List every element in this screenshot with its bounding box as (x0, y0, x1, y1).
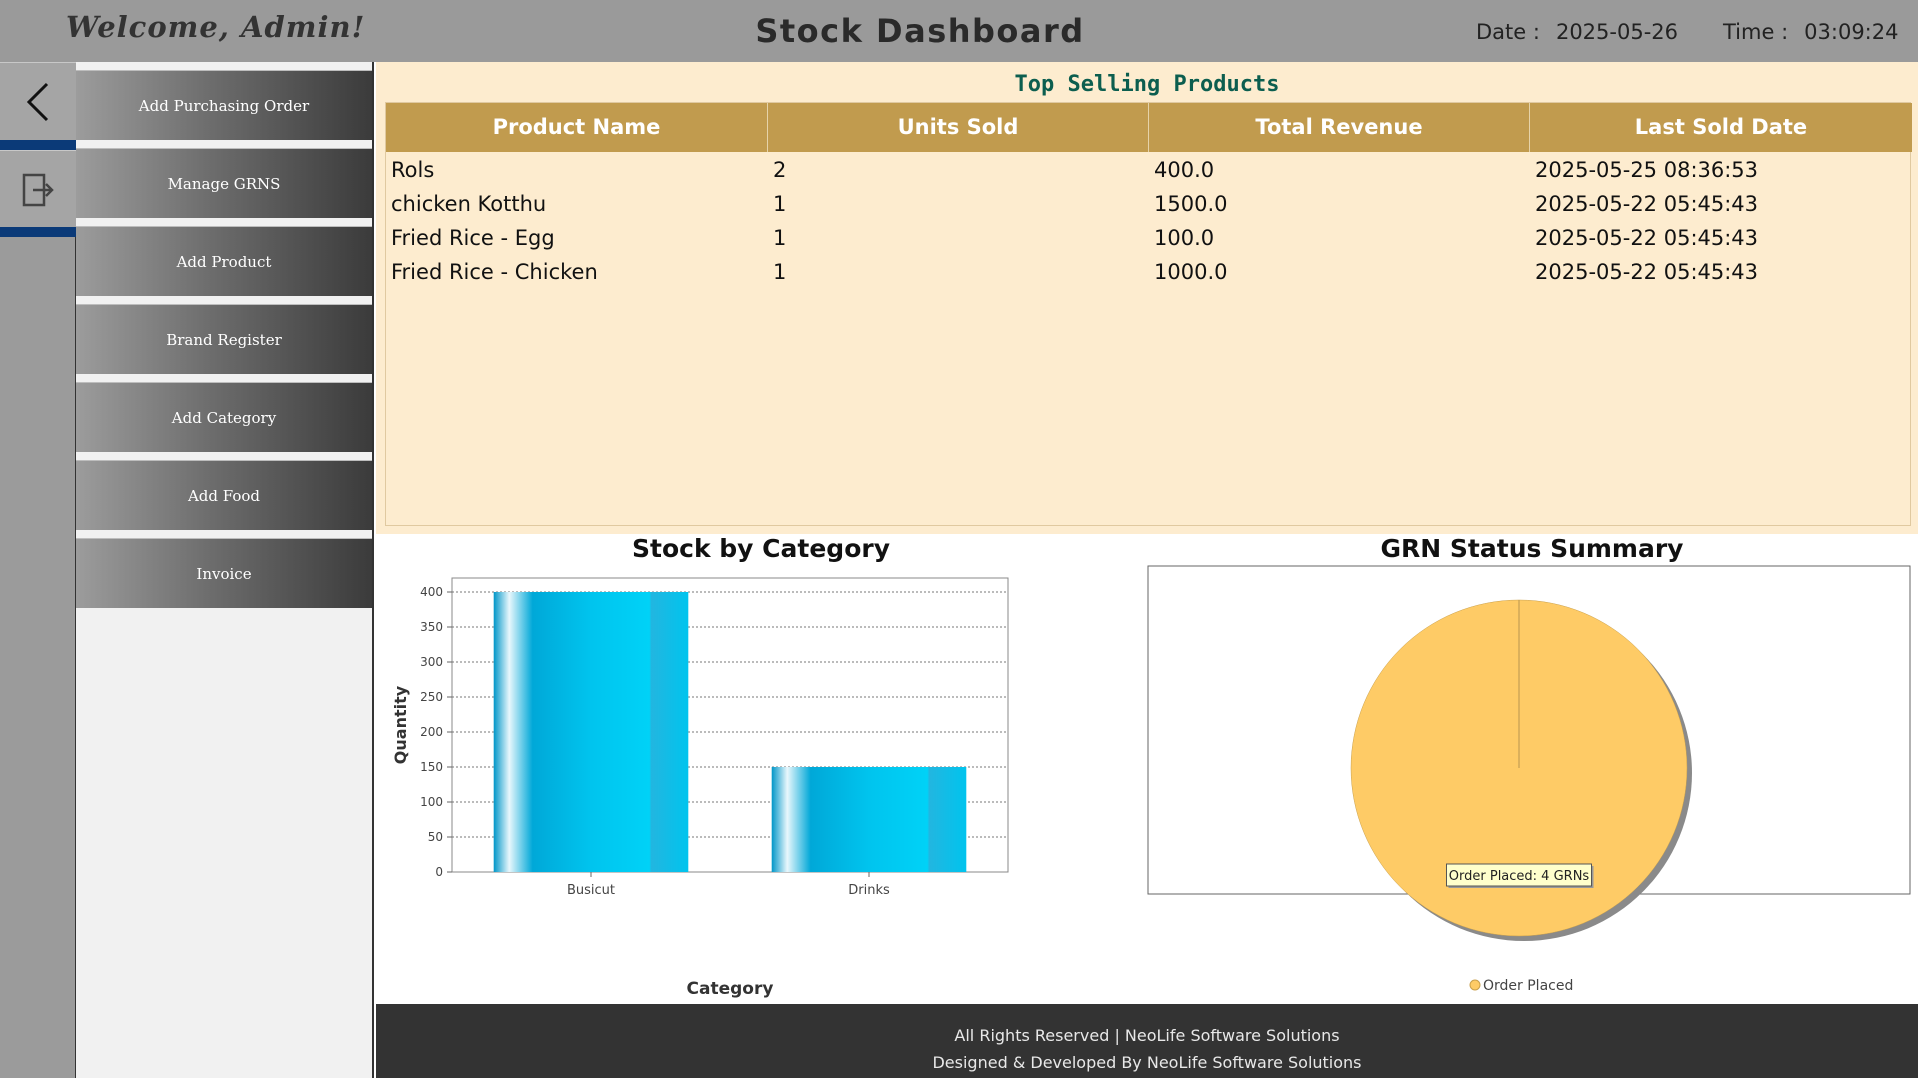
table-cell: 1 (773, 260, 787, 284)
y-axis-label: Quantity (391, 685, 410, 764)
table-cell: 1500.0 (1154, 192, 1228, 216)
y-tick-label: 150 (420, 760, 443, 774)
y-tick-label: 300 (420, 655, 443, 669)
grn-status-chart: Order Placed: 4 GRNs Order Placed (1147, 565, 1911, 994)
date-display: Date : 2025-05-26 (1476, 20, 1678, 44)
table-cell: Rols (391, 158, 435, 182)
menu-brand-register[interactable]: Brand Register (76, 304, 372, 374)
table-row[interactable]: Rols 2 400.0 2025-05-25 08:36:53 (386, 153, 1912, 187)
menu-add-product[interactable]: Add Product (76, 226, 372, 296)
rail-divider (0, 227, 76, 237)
y-tick-label: 200 (420, 725, 443, 739)
time-value: 03:09:24 (1804, 20, 1899, 44)
menu-invoice[interactable]: Invoice (76, 538, 372, 608)
footer: All Rights Reserved | NeoLife Software S… (376, 1004, 1918, 1078)
legend-label: Order Placed (1483, 978, 1573, 994)
table-cell: 2025-05-22 05:45:43 (1535, 260, 1759, 284)
footer-copyright: All Rights Reserved | NeoLife Software S… (954, 1026, 1340, 1045)
y-tick-label: 400 (420, 585, 443, 599)
date-value: 2025-05-26 (1555, 20, 1678, 44)
table-row[interactable]: Fried Rice - Egg 1 100.0 2025-05-22 05:4… (386, 221, 1912, 255)
header-bar: Welcome, Admin! Stock Dashboard Date :20… (0, 0, 1918, 62)
date-label: Date : (1476, 20, 1540, 44)
menu-add-purchasing-order[interactable]: Add Purchasing Order (76, 70, 372, 140)
y-tick-label: 350 (420, 620, 443, 634)
table-cell: 2 (773, 158, 787, 182)
x-tick-label: Drinks (848, 883, 890, 898)
time-label: Time : (1723, 20, 1789, 44)
chevron-left-icon (26, 82, 49, 121)
table-cell: 1000.0 (1154, 260, 1228, 284)
icon-rail (0, 62, 76, 1078)
table-cell: 2025-05-22 05:45:43 (1535, 192, 1759, 216)
y-tick-label: 0 (435, 865, 443, 879)
logout-button[interactable] (0, 150, 76, 228)
table-cell: 1 (773, 192, 787, 216)
table-cell: 2025-05-22 05:45:43 (1535, 226, 1759, 250)
footer-credits: Designed & Developed By NeoLife Software… (932, 1053, 1362, 1072)
sidebar-menu: Add Purchasing Order Manage GRNS Add Pro… (76, 62, 374, 1078)
table-header: Product Name Units Sold Total Revenue La… (386, 103, 1912, 152)
table-cell: 1 (773, 226, 787, 250)
rail-divider (0, 140, 76, 150)
table-row[interactable]: chicken Kotthu 1 1500.0 2025-05-22 05:45… (386, 187, 1912, 221)
menu-add-food[interactable]: Add Food (76, 460, 372, 530)
table-cell: Fried Rice - Chicken (391, 260, 598, 284)
bar[interactable] (493, 592, 689, 872)
time-display: Time : 03:09:24 (1723, 20, 1898, 44)
logout-icon (22, 173, 54, 206)
table-cell: Fried Rice - Egg (391, 226, 555, 250)
table-cell: 400.0 (1154, 158, 1215, 182)
legend-swatch (1469, 979, 1481, 991)
top-selling-title: Top Selling Products (1014, 72, 1280, 97)
back-button[interactable] (0, 62, 76, 140)
table-row[interactable]: Fried Rice - Chicken 1 1000.0 2025-05-22… (386, 255, 1912, 289)
y-tick-label: 100 (420, 795, 443, 809)
top-selling-panel: Top Selling Products Product Name Units … (376, 62, 1918, 534)
table-cell: 2025-05-25 08:36:53 (1535, 158, 1759, 182)
top-selling-table[interactable]: Product Name Units Sold Total Revenue La… (385, 102, 1912, 526)
charts-area: Stock by Category 0 50 100 150 200 250 300 350 4… (376, 534, 1918, 1004)
column-header[interactable]: Product Name (386, 103, 768, 152)
y-tick-label: 250 (420, 690, 443, 704)
slice-label: Order Placed: 4 GRNs (1449, 869, 1590, 884)
bar[interactable] (771, 767, 967, 872)
stock-by-category-chart: 0 50 100 150 200 250 300 350 400 Busicut Drinks Cat… (391, 577, 1009, 999)
column-header[interactable]: Last Sold Date (1530, 103, 1912, 152)
x-tick-label: Busicut (567, 883, 615, 898)
column-header[interactable]: Total Revenue (1149, 103, 1530, 152)
x-axis-label: Category (687, 979, 774, 999)
menu-add-category[interactable]: Add Category (76, 382, 372, 452)
table-cell: chicken Kotthu (391, 192, 547, 216)
menu-manage-grns[interactable]: Manage GRNS (76, 148, 372, 218)
y-tick-label: 50 (428, 830, 443, 844)
column-header[interactable]: Units Sold (768, 103, 1149, 152)
table-cell: 100.0 (1154, 226, 1215, 250)
